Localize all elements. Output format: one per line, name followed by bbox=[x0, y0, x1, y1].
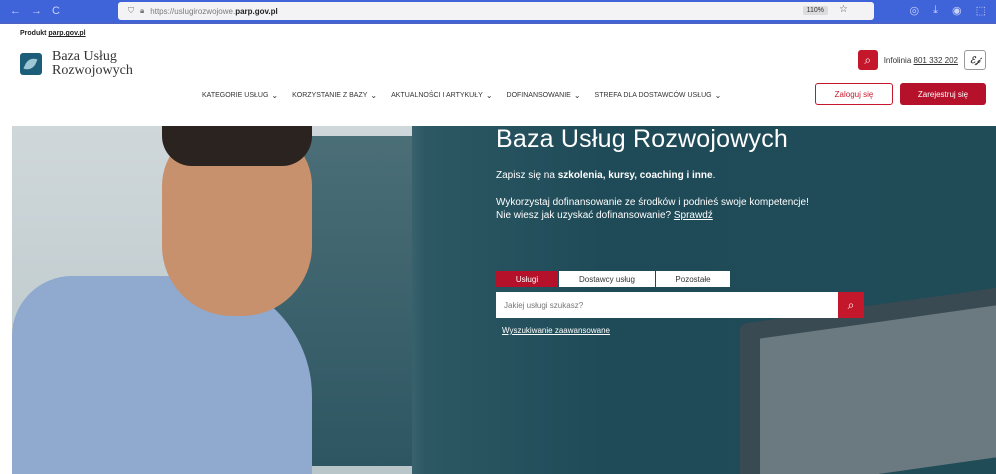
hero-subtitle: Zapisz się na szkolenia, kursy, coaching… bbox=[496, 170, 716, 181]
tab-pozostale[interactable]: Pozostałe bbox=[656, 271, 730, 287]
chevron-down-icon: ⌄ bbox=[370, 91, 378, 100]
tab-uslugi[interactable]: Usługi bbox=[496, 271, 558, 287]
site-logo[interactable]: Baza Usług Rozwojowych bbox=[20, 50, 133, 78]
browser-actions: ◎ ⤓ ◉ ⬚ bbox=[910, 4, 987, 17]
hero-title: Baza Usług Rozwojowych bbox=[496, 125, 789, 153]
back-icon[interactable]: ← bbox=[10, 5, 21, 17]
hero-description: Wykorzystaj dofinansowanie ze środków i … bbox=[496, 197, 809, 221]
search-input[interactable]: Jakiej usługi szukasz? bbox=[496, 292, 842, 318]
hero-photo-person-hair bbox=[162, 126, 312, 166]
address-bar[interactable]: ⛉ 🔒︎ https://uslugirozwojowe.parp.gov.pl… bbox=[118, 2, 874, 20]
chevron-down-icon: ⌄ bbox=[714, 91, 722, 100]
shield-icon[interactable]: ◎ bbox=[910, 4, 920, 17]
nav-item-aktualnosci[interactable]: AKTUALNOŚCI I ARTYKUŁY ⌄ bbox=[391, 91, 492, 100]
sign-language-icon[interactable]: ℰ𝒿 bbox=[964, 50, 986, 70]
browser-toolbar: ← → C ⛉ 🔒︎ https://uslugirozwojowe.parp.… bbox=[0, 0, 996, 22]
register-button[interactable]: Zarejestruj się bbox=[900, 83, 986, 105]
bookmark-star-icon[interactable]: ☆ bbox=[839, 4, 848, 15]
advanced-search-link[interactable]: Wyszukiwanie zaawansowane bbox=[502, 326, 610, 335]
reload-icon[interactable]: C bbox=[52, 5, 60, 17]
infolinia-number[interactable]: 801 332 202 bbox=[914, 56, 959, 65]
lock-icon: 🔒︎ bbox=[140, 6, 145, 15]
nav-item-dofinansowanie[interactable]: DOFINANSOWANIE ⌄ bbox=[507, 91, 581, 100]
browser-nav: ← → C bbox=[0, 5, 118, 17]
login-button[interactable]: Zaloguj się bbox=[815, 83, 893, 105]
download-icon[interactable]: ⤓ bbox=[933, 4, 938, 17]
sprawdz-link[interactable]: Sprawdź bbox=[674, 210, 713, 221]
chevron-down-icon: ⌄ bbox=[573, 91, 581, 100]
zoom-level[interactable]: 110% bbox=[802, 6, 828, 15]
nav-item-kategorie[interactable]: KATEGORIE USŁUG ⌄ bbox=[202, 91, 278, 100]
shield-icon: ⛉ bbox=[128, 6, 134, 15]
leaf-logo-icon bbox=[20, 53, 42, 75]
search-icon: ⌕ bbox=[847, 297, 855, 312]
search-tabs: Usługi Dostawcy usług Pozostałe bbox=[496, 271, 730, 287]
site-header bbox=[0, 24, 996, 126]
main-nav: KATEGORIE USŁUG ⌄ KORZYSTANIE Z BAZY ⌄ AKT… bbox=[202, 91, 721, 100]
tab-dostawcy-uslug[interactable]: Dostawcy usług bbox=[559, 271, 655, 287]
search-button[interactable]: ⌕ bbox=[838, 292, 864, 318]
infolinia: Infolinia 801 332 202 bbox=[883, 55, 959, 65]
nav-item-korzystanie[interactable]: KORZYSTANIE Z BAZY ⌄ bbox=[292, 91, 377, 100]
nav-item-strefa[interactable]: STREFA DLA DOSTAWCÓW USŁUG ⌄ bbox=[595, 91, 722, 100]
url-text: https://uslugirozwojowe.parp.gov.pl bbox=[150, 6, 278, 16]
extensions-icon[interactable]: ⬚ bbox=[976, 4, 986, 17]
search-icon[interactable]: ⌕ bbox=[857, 50, 878, 70]
account-icon[interactable]: ◉ bbox=[952, 4, 962, 17]
produkt-label: Produkt parp.gov.pl bbox=[20, 30, 86, 37]
chevron-down-icon: ⌄ bbox=[271, 91, 279, 100]
forward-icon[interactable]: → bbox=[31, 5, 42, 17]
header-utilities: ⌕ Infolinia 801 332 202 ℰ𝒿 bbox=[857, 50, 986, 70]
chevron-down-icon: ⌄ bbox=[485, 91, 493, 100]
produkt-link[interactable]: parp.gov.pl bbox=[48, 30, 85, 37]
logo-text: Baza Usług Rozwojowych bbox=[52, 49, 133, 78]
